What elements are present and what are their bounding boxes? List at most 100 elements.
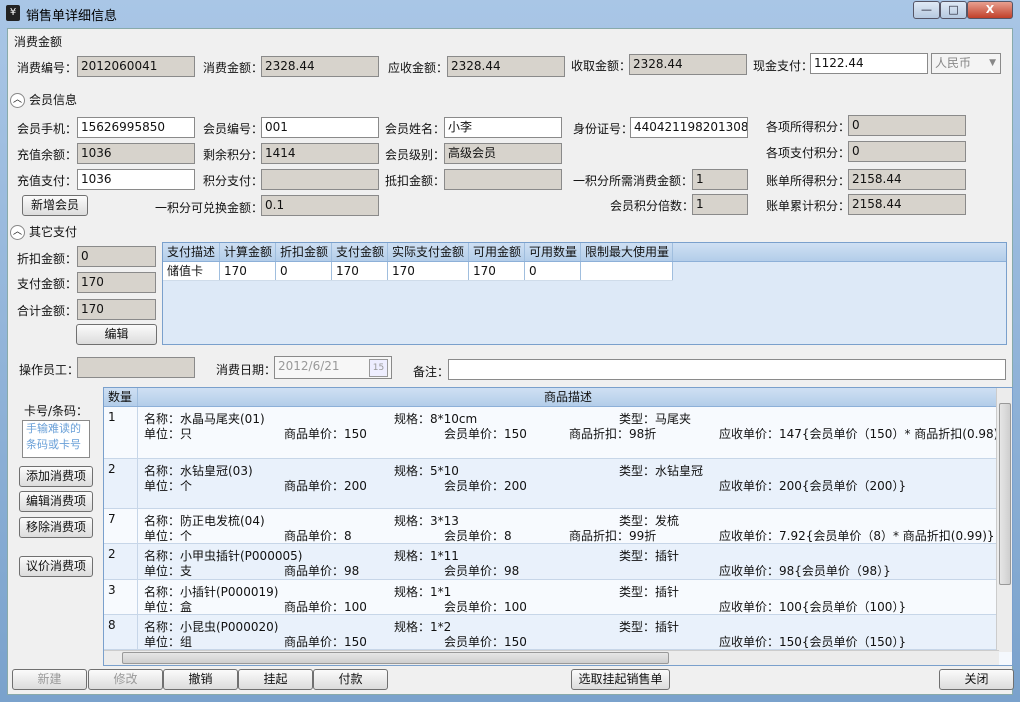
operator-field[interactable] xyxy=(77,357,195,378)
vertical-scrollbar[interactable] xyxy=(996,388,1012,652)
points-pay-field[interactable] xyxy=(261,169,379,190)
modify-button[interactable]: 修改 xyxy=(88,669,163,690)
title-bar[interactable]: ¥ 销售单详细信息 — □ X xyxy=(0,0,1020,27)
hang-button[interactable]: 挂起 xyxy=(238,669,313,690)
column-header[interactable]: 可用数量 xyxy=(525,243,581,261)
points-pay-label: 积分支付： xyxy=(203,174,264,188)
cash-pay-input[interactable]: 1122.44 xyxy=(810,53,928,74)
table-row[interactable]: 储值卡 170 0 170 170 170 0 xyxy=(163,262,673,281)
table-cell xyxy=(581,262,673,280)
collected-amount-field[interactable]: 2328.44 xyxy=(629,54,747,75)
recharge-pay-input[interactable]: 1036 xyxy=(77,169,195,190)
due-amount-field[interactable]: 2328.44 xyxy=(447,56,565,77)
member-price-text: 会员单价：150 xyxy=(444,635,527,649)
currency-select[interactable]: 人民币 ▼ xyxy=(931,53,1001,74)
items-pay-points-field[interactable]: 0 xyxy=(848,141,966,162)
total-field[interactable]: 170 xyxy=(77,299,156,320)
add-item-button[interactable]: 添加消费项 xyxy=(19,466,93,487)
table-cell: 170 xyxy=(332,262,388,280)
unit-text: 单位：支 xyxy=(144,564,193,578)
member-id-label: 会员编号： xyxy=(203,122,264,136)
price-text: 商品单价：8 xyxy=(284,529,352,543)
unit-text: 单位：只 xyxy=(144,427,193,441)
balance-field[interactable]: 1036 xyxy=(77,143,195,164)
pick-hung-order-button[interactable]: 选取挂起销售单 xyxy=(571,669,670,690)
cash-pay-label: 现金支付： xyxy=(753,59,814,73)
spec-text: 规格：1*1 xyxy=(394,585,452,599)
other-pay-section-header[interactable]: ︿ 其它支付 xyxy=(10,223,77,240)
member-name-input[interactable]: 小李 xyxy=(444,117,562,138)
bill-points-field[interactable]: 2158.44 xyxy=(848,169,966,190)
note-input[interactable] xyxy=(448,359,1006,380)
price-text: 商品单价：200 xyxy=(284,479,367,493)
discount-field[interactable]: 0 xyxy=(77,246,156,267)
items-points-field[interactable]: 0 xyxy=(848,115,966,136)
type-text: 类型：插针 xyxy=(619,549,680,563)
new-button[interactable]: 新建 xyxy=(12,669,87,690)
price-text: 商品单价：150 xyxy=(284,635,367,649)
due-price-text: 应收单价：98{会员单价（98）} xyxy=(719,564,891,578)
table-row[interactable]: 2 名称：小甲虫插针(P000005) 规格：1*11 类型：插针 单位：支 商品单价：9… xyxy=(104,544,999,580)
consume-amount-field[interactable]: 2328.44 xyxy=(261,56,379,77)
multiplier-field[interactable]: 1 xyxy=(692,194,748,215)
idcard-input[interactable]: 440421198201308 xyxy=(630,117,748,138)
close-window-button[interactable]: X xyxy=(967,1,1013,19)
maximize-button[interactable]: □ xyxy=(940,1,967,19)
pay-button[interactable]: 付款 xyxy=(313,669,388,690)
member-section-header[interactable]: ︿ 会员信息 xyxy=(10,91,77,108)
table-cell: 170 xyxy=(220,262,276,280)
column-header[interactable]: 计算金额 xyxy=(220,243,276,261)
product-table[interactable]: 数量 商品描述 1 名称：水晶马尾夹(01) 规格：8*10cm 类型：马尾夹 单位：只… xyxy=(103,387,1013,666)
horizontal-scrollbar[interactable] xyxy=(104,650,999,665)
window-title: 销售单详细信息 xyxy=(26,9,118,24)
date-label: 消费日期： xyxy=(216,363,277,377)
unit-text: 单位：盒 xyxy=(144,600,193,614)
main-window: ¥ 销售单详细信息 — □ X 消费金额 消费编号： 2012060041 消费… xyxy=(0,0,1020,702)
column-header[interactable]: 限制最大使用量 xyxy=(581,243,673,261)
due-price-text: 应收单价：200{会员单价（200）} xyxy=(719,479,907,493)
table-row[interactable]: 3 名称：小插针(P000019) 规格：1*1 类型：插针 单位：盒 商品单价：100 会… xyxy=(104,580,999,615)
edit-pay-button[interactable]: 编辑 xyxy=(76,324,157,345)
remove-item-button[interactable]: 移除消费项 xyxy=(19,517,93,538)
edit-item-button[interactable]: 编辑消费项 xyxy=(19,491,93,512)
undo-button[interactable]: 撤销 xyxy=(163,669,238,690)
card-input[interactable]: 手输难读的条码或卡号 xyxy=(22,420,90,458)
table-row[interactable]: 2 名称：水钻皇冠(03) 规格：5*10 类型：水钻皇冠 单位：个 商品单价：200 会员… xyxy=(104,459,999,509)
column-header[interactable]: 支付金额 xyxy=(332,243,388,261)
member-id-input[interactable]: 001 xyxy=(261,117,379,138)
hscroll-thumb[interactable] xyxy=(122,652,669,664)
pay-field[interactable]: 170 xyxy=(77,272,156,293)
member-phone-input[interactable]: 15626995850 xyxy=(77,117,195,138)
column-header[interactable]: 实际支付金额 xyxy=(388,243,469,261)
column-header[interactable]: 支付描述 xyxy=(163,243,220,261)
scroll-thumb[interactable] xyxy=(999,403,1011,585)
column-header-desc[interactable]: 商品描述 xyxy=(138,388,999,406)
note-label: 备注： xyxy=(413,365,450,379)
calendar-icon[interactable]: 15 xyxy=(369,359,388,377)
level-field[interactable]: 高级会员 xyxy=(444,143,562,164)
negotiate-item-button[interactable]: 议价消费项 xyxy=(19,556,93,577)
close-button[interactable]: 关闭 xyxy=(939,669,1014,690)
deduct-field[interactable] xyxy=(444,169,562,190)
table-row[interactable]: 7 名称：防正电发梳(04) 规格：3*13 类型：发梳 单位：个 商品单价：8 会员单价：… xyxy=(104,509,999,544)
column-header[interactable]: 折扣金额 xyxy=(276,243,332,261)
per-point-spend-field[interactable]: 1 xyxy=(692,169,748,190)
table-row[interactable]: 8 名称：小昆虫(P000020) 规格：1*2 类型：插针 单位：组 商品单价：150 会… xyxy=(104,615,999,650)
minimize-button[interactable]: — xyxy=(913,1,940,19)
items-points-label: 各项所得积分： xyxy=(766,120,851,134)
member-phone-label: 会员手机： xyxy=(17,122,78,136)
column-header-qty[interactable]: 数量 xyxy=(104,388,138,406)
discount-text: 商品折扣：99折 xyxy=(569,529,657,543)
column-header[interactable]: 可用金额 xyxy=(469,243,525,261)
date-picker[interactable]: 2012/6/21 15 xyxy=(274,356,392,379)
member-price-text: 会员单价：200 xyxy=(444,479,527,493)
other-pay-table[interactable]: 支付描述 计算金额 折扣金额 支付金额 实际支付金额 可用金额 可用数量 限制最… xyxy=(162,242,1007,345)
bill-total-points-field[interactable]: 2158.44 xyxy=(848,194,966,215)
card-label: 卡号/条码： xyxy=(24,404,89,418)
table-row[interactable]: 1 名称：水晶马尾夹(01) 规格：8*10cm 类型：马尾夹 单位：只 商品单价：150… xyxy=(104,407,999,459)
consume-no-field[interactable]: 2012060041 xyxy=(77,56,195,77)
consume-amount-label: 消费金额： xyxy=(203,61,264,75)
point-exchange-field[interactable]: 0.1 xyxy=(261,195,379,216)
remain-points-field[interactable]: 1414 xyxy=(261,143,379,164)
add-member-button[interactable]: 新增会员 xyxy=(22,195,88,216)
